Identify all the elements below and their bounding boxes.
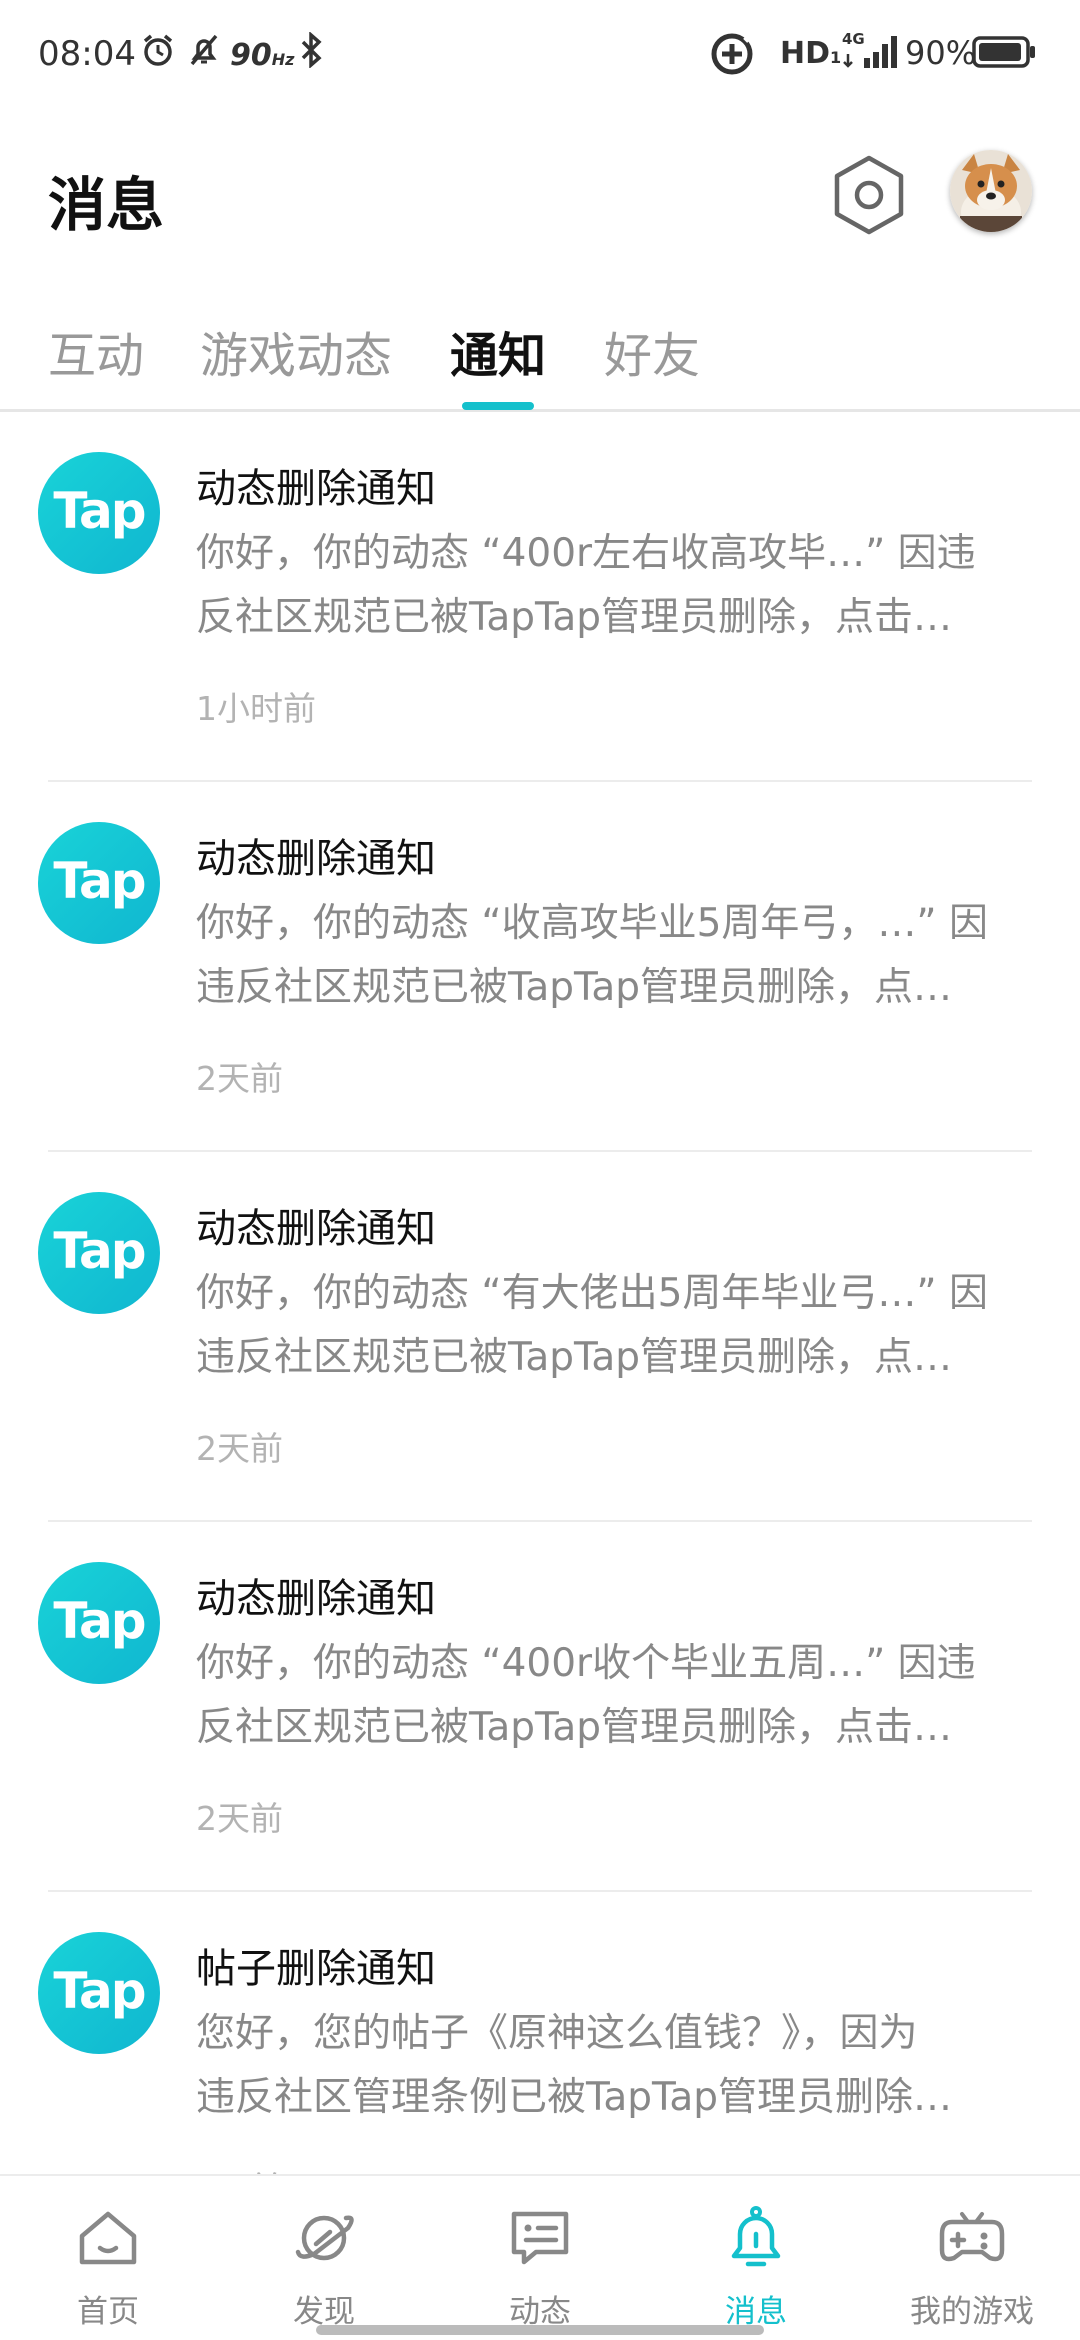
dog-avatar-icon [950,150,1032,232]
notification-title: 动态删除通知 [196,1576,436,1622]
nav-discover[interactable]: 发现 [216,2176,432,2340]
bottom-navigation: 首页 发现 动态 消息 我的游戏 [0,2174,1080,2340]
notification-time: 2天前 [196,1429,283,1468]
taptap-logo-icon: Tap [38,822,160,944]
notification-time: 4天前 [196,2162,283,2174]
notification-item[interactable]: Tap 动态删除通知 你好，你的动态 “400r左右收高攻毕…” 因违 反社区规… [0,412,1080,782]
nav-messages[interactable]: 消息 [648,2176,864,2340]
notification-item[interactable]: Tap 动态删除通知 你好，你的动态 “收高攻毕业5周年弓，…” 因 违反社区规… [0,782,1080,1152]
tab-notifications[interactable]: 通知 [450,316,546,386]
notification-time: 1小时前 [196,689,316,728]
tab-interaction[interactable]: 互动 [48,316,144,386]
home-indicator[interactable] [316,2325,764,2335]
taptap-logo-icon: Tap [38,1932,160,2054]
notification-body: 你好，你的动态 “收高攻毕业5周年弓，…” 因 违反社区规范已被TapTap管理… [196,901,989,1010]
svg-text:4G: 4G [842,30,865,48]
tab-friends[interactable]: 好友 [604,316,700,386]
tab-game-updates[interactable]: 游戏动态 [200,316,392,386]
chat-card-icon [511,2211,569,2265]
active-tab-indicator [462,402,534,410]
notification-time: 2天前 [196,1059,283,1098]
bell-icon [731,2206,781,2267]
planet-icon [295,2215,354,2261]
battery-icon [972,36,1036,72]
notification-body: 你好，你的动态 “400r收个毕业五周…” 因违 反社区规范已被TapTap管理… [196,1641,976,1750]
settings-hexagon-icon [834,155,904,235]
taptap-logo-icon: Tap [38,1562,160,1684]
home-icon [79,2211,137,2265]
notification-body: 你好，你的动态 “400r左右收高攻毕…” 因违 反社区规范已被TapTap管理… [196,531,976,640]
alarm-icon [140,32,176,72]
nav-feed[interactable]: 动态 [432,2176,648,2340]
page-title: 消息 [48,171,165,239]
notification-time: 2天前 [196,1799,283,1838]
data-saver-icon [708,30,756,82]
notification-item[interactable]: Tap 动态删除通知 你好，你的动态 “400r收个毕业五周…” 因违 反社区规… [0,1522,1080,1892]
message-tabs: 互动 游戏动态 通知 好友 [0,300,1080,412]
taptap-logo-icon: Tap [38,452,160,574]
status-bar: 08:04 90Hz HD1 4G 90% [0,0,1080,110]
status-time: 08:04 [38,34,136,74]
nav-my-games[interactable]: 我的游戏 [864,2176,1080,2340]
notification-title: 动态删除通知 [196,466,436,512]
settings-button[interactable] [830,152,908,238]
notification-body: 你好，你的动态 “有大佬出5周年毕业弓…” 因 违反社区规范已被TapTap管理… [196,1271,989,1380]
hd-network: HD1 [780,36,842,71]
notification-item[interactable]: Tap 帖子删除通知 您好，您的帖子《原神这么值钱？》，因为 违反社区管理条例已… [0,1892,1080,2174]
notification-item[interactable]: Tap 动态删除通知 你好，你的动态 “有大佬出5周年毕业弓…” 因 违反社区规… [0,1152,1080,1522]
battery-level: 90% [905,34,977,72]
taptap-logo-icon: Tap [38,1192,160,1314]
refresh-rate: 90Hz [230,38,295,73]
silent-bell-icon [186,32,222,72]
notification-body: 您好，您的帖子《原神这么值钱？》，因为 违反社区管理条例已被TapTap管理员删… [196,2011,953,2120]
user-avatar[interactable] [950,150,1032,232]
bluetooth-icon [296,31,326,72]
nav-my-games-label: 我的游戏 [910,2294,1034,2330]
gamepad-icon [939,2212,1005,2262]
nav-home-label: 首页 [77,2294,139,2330]
nav-home[interactable]: 首页 [0,2176,216,2340]
notification-title: 动态删除通知 [196,1206,436,1252]
notification-list[interactable]: Tap 动态删除通知 你好，你的动态 “400r左右收高攻毕…” 因违 反社区规… [0,412,1080,2174]
signal-icon: 4G [842,28,900,78]
notification-title: 帖子删除通知 [196,1946,436,1992]
notification-title: 动态删除通知 [196,836,436,882]
